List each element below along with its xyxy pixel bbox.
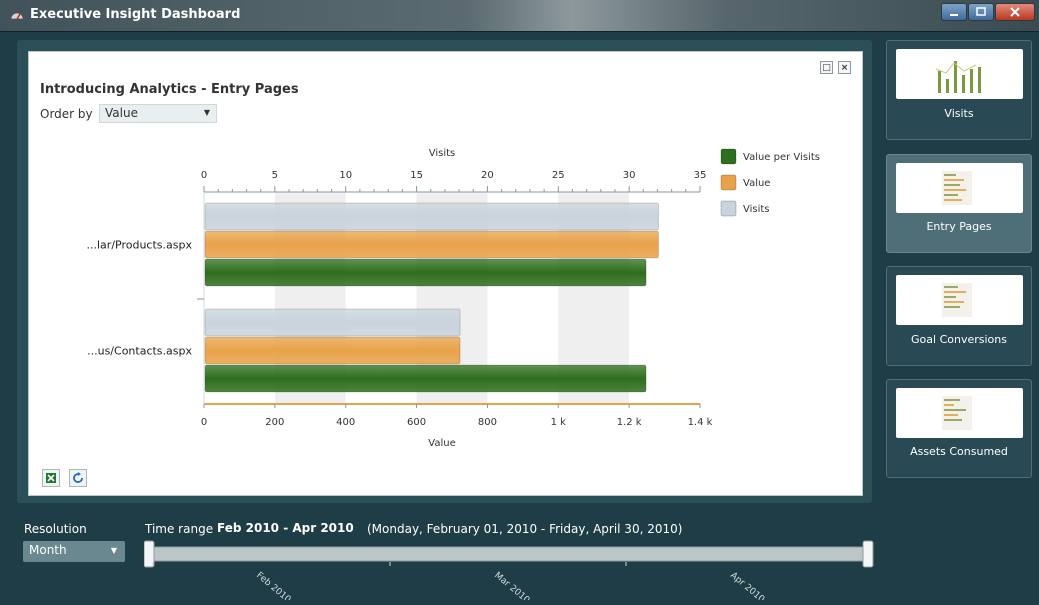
bar-chart: 0 5 10 15 20 25 30 35 Visits 0 200 400 600 800 1 k 1.2 …: [87, 148, 820, 449]
chevron-down-icon: ▼: [110, 546, 117, 555]
sidebar-item-label: Visits: [944, 107, 974, 120]
top-axis-tick-label: 20: [481, 170, 494, 181]
window-title: Executive Insight Dashboard: [30, 7, 241, 22]
resolution-value: Month: [29, 543, 67, 557]
title-bar: Executive Insight Dashboard: [0, 0, 1039, 32]
dashboard-gauge-icon: [10, 12, 24, 20]
category-label: ...lar/Products.aspx: [87, 239, 193, 252]
category-label: ...us/Contacts.aspx: [87, 345, 192, 358]
top-axis-title: Visits: [429, 148, 456, 159]
window-controls: [940, 3, 1035, 21]
sidebar-item-assets-consumed[interactable]: Assets Consumed: [886, 379, 1032, 478]
bottom-axis-tick-label: 800: [478, 417, 497, 428]
bottom-axis-tick-label: 400: [336, 417, 355, 428]
slider-track: [147, 546, 871, 562]
slider-end-handle[interactable]: [862, 540, 874, 568]
legend-swatch: [720, 174, 737, 191]
time-range-value: Feb 2010 - Apr 2010: [217, 521, 354, 535]
bottom-axis-tick-label: 1.4 k: [688, 417, 713, 428]
top-axis-tick-label: 35: [694, 170, 707, 181]
minimize-button[interactable]: [941, 3, 967, 21]
top-axis-tick-label: 15: [410, 170, 423, 181]
bottom-axis-tick-label: 1.2 k: [617, 417, 642, 428]
maximize-icon: [976, 7, 986, 16]
visits-thumbnail: [896, 49, 1023, 99]
maximize-button[interactable]: [968, 3, 994, 21]
bar: [204, 308, 461, 337]
top-axis-tick-label: 5: [272, 170, 278, 181]
minimize-icon: [950, 14, 958, 16]
sidebar-item-label: Assets Consumed: [910, 445, 1008, 458]
legend-swatch: [720, 148, 737, 165]
goal-conversions-thumbnail: [896, 275, 1023, 325]
legend-label: Visits: [743, 204, 770, 215]
bar: [204, 336, 461, 365]
export-excel-button[interactable]: [42, 469, 60, 487]
bar: [204, 258, 647, 287]
top-axis-tick-label: 0: [201, 170, 207, 181]
top-axis-tick-label: 25: [552, 170, 565, 181]
slider-month-label: Apr 2010: [728, 571, 766, 600]
legend-swatch: [720, 200, 737, 217]
sidebar-item-visits[interactable]: Visits: [886, 40, 1032, 140]
chart-card: □ × Introducing Analytics - Entry Pages …: [28, 51, 863, 496]
bottom-axis-tick-label: 600: [407, 417, 426, 428]
top-axis-tick-label: 10: [339, 170, 352, 181]
assets-consumed-thumbnail: [896, 388, 1023, 438]
bottom-axis-title: Value: [428, 438, 455, 449]
sidebar-item-entry-pages[interactable]: Entry Pages: [886, 154, 1032, 253]
bottom-axis-tick-label: 1 k: [551, 417, 567, 428]
legend-label: Value: [743, 178, 770, 189]
legend-label: Value per Visits: [743, 152, 820, 163]
top-axis-tick-label: 30: [623, 170, 636, 181]
close-icon: [1010, 7, 1020, 17]
sidebar-item-label: Goal Conversions: [911, 333, 1007, 346]
bottom-axis-tick-label: 0: [201, 417, 207, 428]
excel-icon: [46, 473, 56, 483]
time-range-label: Time range: [145, 522, 214, 536]
bar: [204, 230, 659, 259]
resolution-label: Resolution: [24, 522, 87, 536]
resolution-dropdown[interactable]: Month ▼: [23, 541, 125, 562]
slider-month-label: Mar 2010: [492, 571, 531, 600]
sidebar-item-label: Entry Pages: [926, 220, 992, 233]
refresh-icon: [73, 472, 83, 483]
refresh-button[interactable]: [69, 469, 87, 487]
time-range-slider[interactable]: Feb 2010 Mar 2010 Apr 2010: [144, 540, 874, 600]
close-button[interactable]: [995, 3, 1035, 21]
slider-month-label: Feb 2010: [254, 571, 293, 600]
bar: [204, 364, 647, 393]
entry-pages-thumbnail: [896, 163, 1023, 213]
bottom-axis-tick-label: 200: [265, 417, 284, 428]
bar: [204, 202, 659, 231]
sidebar-item-goal-conversions[interactable]: Goal Conversions: [886, 266, 1032, 366]
time-range-detail: (Monday, February 01, 2010 - Friday, Apr…: [367, 522, 683, 536]
